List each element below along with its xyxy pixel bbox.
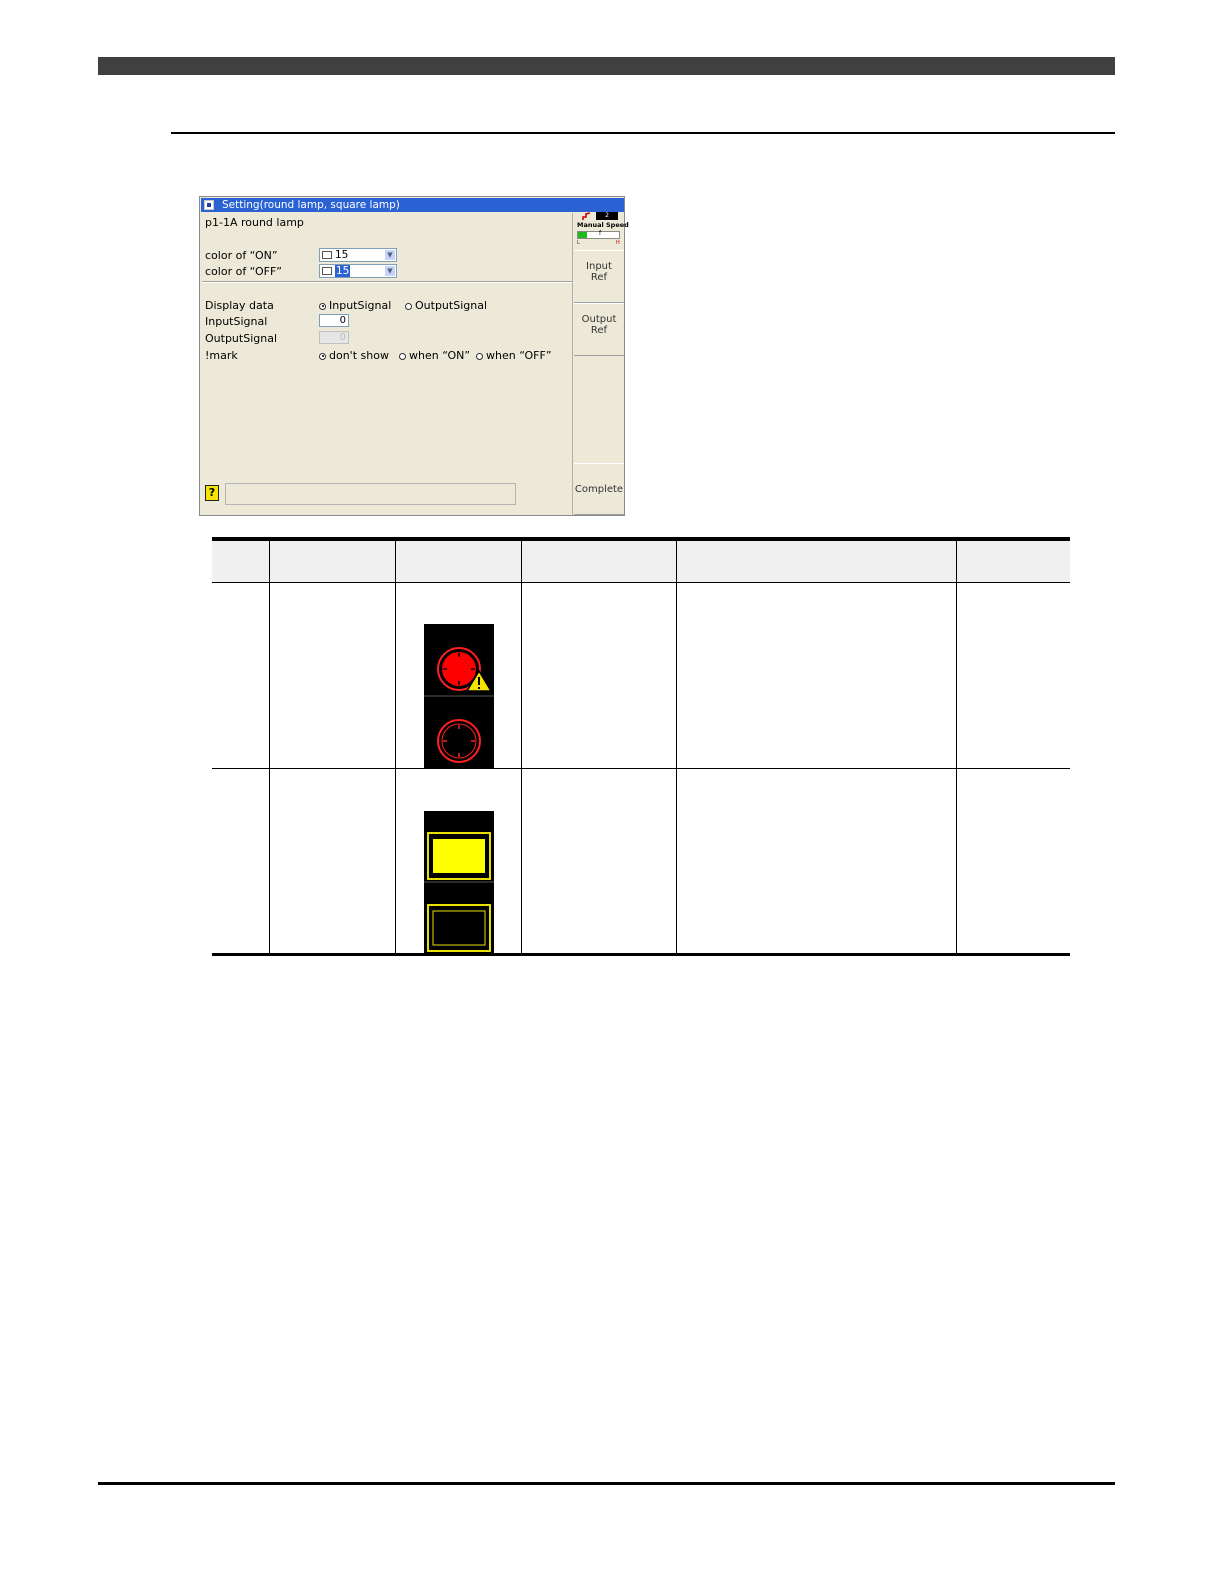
table-header-cell: [677, 541, 956, 582]
chevron-down-icon[interactable]: ▼: [385, 266, 395, 276]
on-color-label: color of “ON”: [205, 249, 278, 262]
input-ref-button[interactable]: Input Ref: [574, 250, 624, 303]
lamp-setting-dialog: Setting(round lamp, square lamp) p1-1A r…: [199, 196, 629, 516]
output-ref-button[interactable]: Output Ref: [574, 303, 624, 356]
table-header-cell: [522, 541, 676, 582]
display-data-label: Display data: [205, 299, 274, 312]
radio-icon: [399, 352, 406, 360]
radio-mark-when-on[interactable]: when “ON”: [399, 349, 470, 362]
radio-selected-icon: [319, 302, 326, 310]
table-bottom-rule: [212, 953, 1070, 956]
page-header-bar: [98, 57, 1115, 75]
item-name: p1-1A round lamp: [205, 216, 304, 229]
square-lamp-image: [424, 811, 494, 954]
radio-label: OutputSignal: [415, 299, 487, 312]
radio-selected-icon: [319, 352, 326, 360]
off-color-combo[interactable]: 15 ▼: [319, 264, 397, 278]
radio-label: when “OFF”: [486, 349, 552, 362]
robot-icon: [582, 212, 591, 220]
dialog-titlebar: Setting(round lamp, square lamp): [201, 198, 624, 212]
dialog-title: Setting(round lamp, square lamp): [222, 199, 400, 211]
speed-high-label: H: [616, 240, 620, 246]
divider: [572, 213, 573, 515]
radio-label: don't show: [329, 349, 389, 362]
speed-bar: f: [577, 230, 620, 239]
help-icon[interactable]: ?: [205, 485, 219, 501]
speed-value: f: [599, 230, 602, 237]
robot-status-panel: 2 Manual Speed f L H: [574, 212, 629, 249]
color-swatch-icon: [322, 251, 332, 259]
on-color-value: 15: [335, 249, 349, 261]
off-color-label: color of “OFF”: [205, 265, 282, 278]
speed-low-label: L: [577, 240, 580, 246]
radio-label: InputSignal: [329, 299, 392, 312]
column-divider: [269, 541, 270, 955]
column-divider: [395, 541, 396, 955]
off-color-value: 15: [335, 265, 351, 277]
footer-rule: [98, 1482, 1115, 1485]
mark-label: !mark: [205, 349, 238, 362]
radio-icon: [476, 352, 483, 360]
divider: [202, 281, 572, 283]
radio-input-signal[interactable]: InputSignal: [319, 299, 391, 312]
radio-label: when “ON”: [409, 349, 471, 362]
table-header-cell: [957, 541, 1070, 582]
input-signal-label: InputSignal: [205, 315, 268, 328]
table-header-cell: [212, 541, 269, 582]
column-divider: [676, 541, 677, 955]
output-signal-label: OutputSignal: [205, 332, 277, 345]
radio-mark-when-off[interactable]: when “OFF”: [476, 349, 552, 362]
window-icon: [204, 200, 214, 210]
on-color-combo[interactable]: 15 ▼: [319, 248, 397, 262]
radio-icon: [405, 302, 412, 310]
table-header-cell: [396, 541, 521, 582]
manual-speed-label: Manual Speed: [577, 221, 629, 229]
mode-indicator: 2: [596, 212, 618, 220]
row-divider: [212, 768, 1070, 769]
input-signal-field[interactable]: 0: [319, 314, 349, 327]
radio-output-signal[interactable]: OutputSignal: [405, 299, 487, 312]
complete-button[interactable]: Complete: [574, 463, 624, 515]
color-swatch-icon: [322, 267, 332, 275]
column-divider: [521, 541, 522, 955]
speed-bar-fill: [578, 232, 587, 238]
chevron-down-icon[interactable]: ▼: [385, 250, 395, 260]
table-header-cell: [270, 541, 395, 582]
section-rule: [171, 132, 1115, 134]
output-signal-field: 0: [319, 331, 349, 344]
column-divider: [956, 541, 957, 955]
message-field: [225, 483, 516, 505]
round-lamp-image: [424, 624, 494, 769]
radio-mark-dont-show[interactable]: don't show: [319, 349, 389, 362]
